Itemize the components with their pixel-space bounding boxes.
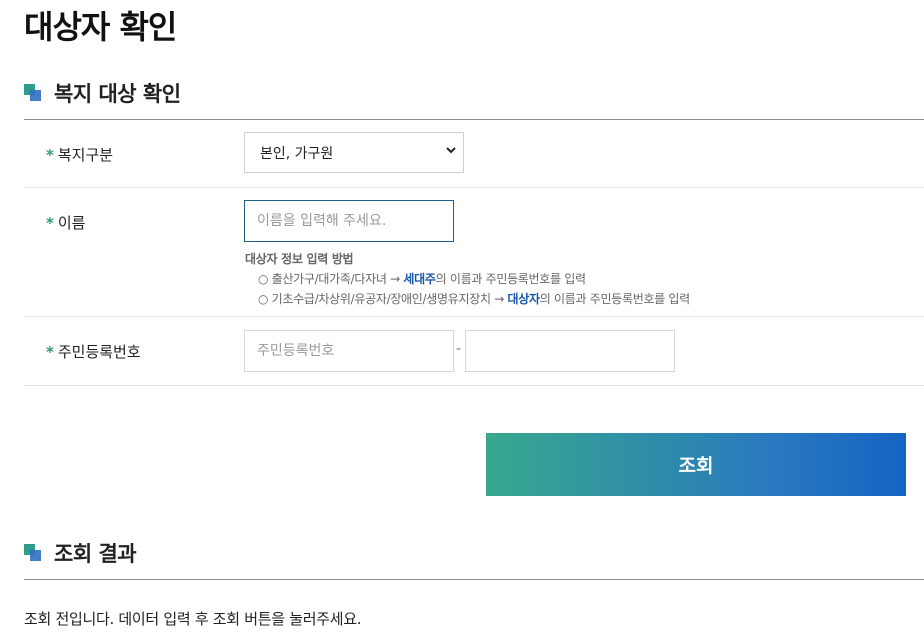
section-bullet-icon [24, 84, 42, 102]
row-divider [24, 385, 924, 386]
required-mark: * [46, 146, 54, 164]
guide-title: 대상자 정보 입력 방법 [245, 252, 354, 266]
name-label: * 이름 [46, 212, 85, 233]
result-message: 조회 전입니다. 데이터 입력 후 조회 버튼을 눌러주세요. [24, 610, 362, 628]
section-bullet-icon [24, 544, 42, 562]
result-section-header: 조회 결과 [24, 538, 137, 568]
section-divider [24, 579, 924, 580]
welfare-type-select[interactable]: 본인, 가구원 [244, 132, 464, 173]
welfare-section-header: 복지 대상 확인 [24, 78, 181, 108]
guide-line2-highlight: 대상자 [507, 292, 541, 306]
chevron-down-icon [445, 144, 457, 160]
name-label-text: 이름 [57, 214, 86, 232]
rrn-front-input[interactable] [244, 330, 454, 372]
search-button[interactable]: 조회 [486, 433, 906, 496]
guide-line2-prefix: ○ 기초수급/차상위/유공자/장애인/생명유지장치 → [258, 292, 508, 306]
guide-line-household: ○ 출산가구/대가족/다자녀 → 세대주의 이름과 주민등록번호를 입력 [245, 269, 690, 289]
rrn-label-text: 주민등록번호 [57, 343, 141, 361]
name-input[interactable] [244, 200, 454, 242]
row-divider [24, 316, 924, 317]
row-divider [24, 187, 924, 188]
guide-line-subject: ○ 기초수급/차상위/유공자/장애인/생명유지장치 → 대상자의 이름과 주민등… [245, 289, 690, 309]
welfare-type-label: * 복지구분 [46, 144, 113, 165]
required-mark: * [46, 343, 54, 361]
guide-line1-prefix: ○ 출산가구/대가족/다자녀 → [258, 272, 404, 286]
welfare-type-selected: 본인, 가구원 [260, 145, 334, 162]
guide-line1-highlight: 세대주 [403, 272, 436, 286]
section-divider [24, 119, 924, 120]
guide-line1-suffix: 의 이름과 주민등록번호를 입력 [435, 272, 586, 286]
page-title: 대상자 확인 [24, 8, 177, 46]
rrn-label: * 주민등록번호 [46, 341, 141, 362]
welfare-section-title: 복지 대상 확인 [54, 82, 181, 106]
welfare-type-label-text: 복지구분 [57, 146, 114, 164]
input-guide: 대상자 정보 입력 방법 ○ 출산가구/대가족/다자녀 → 세대주의 이름과 주… [245, 249, 690, 309]
rrn-separator: - [456, 341, 462, 357]
required-mark: * [46, 214, 54, 232]
rrn-back-input[interactable] [465, 330, 675, 372]
guide-line2-suffix: 의 이름과 주민등록번호를 입력 [539, 292, 690, 306]
result-section-title: 조회 결과 [54, 542, 137, 566]
